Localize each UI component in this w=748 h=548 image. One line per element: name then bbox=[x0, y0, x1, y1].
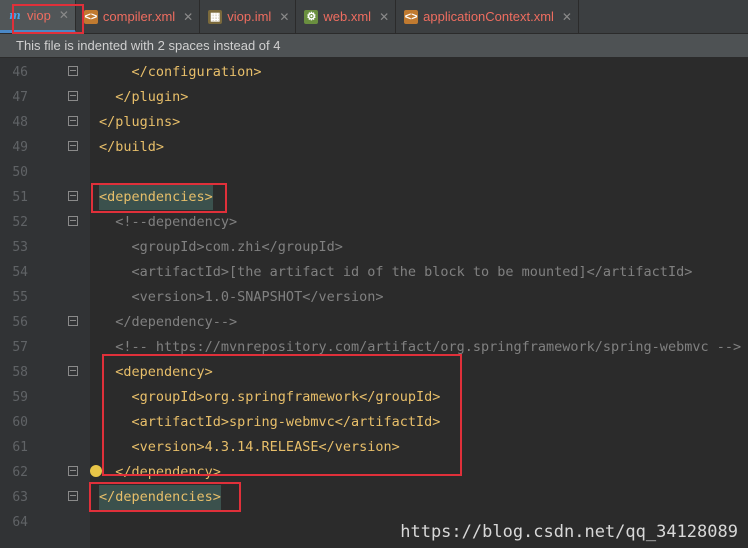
code-line: 49 </build> bbox=[0, 135, 748, 160]
code-text: <dependency> bbox=[99, 364, 213, 380]
tab-label: compiler.xml bbox=[102, 9, 176, 24]
code-line: 63 </dependencies> bbox=[0, 485, 748, 510]
code-line: 52 <!--dependency> bbox=[0, 210, 748, 235]
fold-marker-icon[interactable] bbox=[68, 116, 78, 126]
xml-file-icon: <> bbox=[404, 9, 419, 24]
code-text: <!--dependency> bbox=[99, 214, 238, 230]
line-number: 54 bbox=[12, 265, 28, 280]
fold-marker-icon[interactable] bbox=[68, 466, 78, 476]
code-line: 62 </dependency> bbox=[0, 460, 748, 485]
code-line: 61 <version>4.3.14.RELEASE</version> bbox=[0, 435, 748, 460]
code-line: 50 bbox=[0, 160, 748, 185]
tab-web-xml[interactable]: ⚙ web.xml ✕ bbox=[296, 0, 397, 33]
editor-tab-bar: m viop ✕ <> compiler.xml ✕ ▦ viop.iml ✕ … bbox=[0, 0, 748, 34]
line-number: 49 bbox=[12, 140, 28, 155]
tab-applicationcontext-xml[interactable]: <> applicationContext.xml ✕ bbox=[396, 0, 579, 33]
close-icon[interactable]: ✕ bbox=[379, 10, 389, 24]
fold-marker-icon[interactable] bbox=[68, 366, 78, 376]
code-text: <groupId>com.zhi</groupId> bbox=[99, 239, 343, 255]
close-icon[interactable]: ✕ bbox=[279, 10, 289, 24]
tab-label: applicationContext.xml bbox=[423, 9, 554, 24]
code-text: <version>4.3.14.RELEASE</version> bbox=[99, 439, 400, 455]
code-line: 58 <dependency> bbox=[0, 360, 748, 385]
tab-label: viop bbox=[27, 7, 51, 23]
line-number: 59 bbox=[12, 390, 28, 405]
code-text: </build> bbox=[99, 139, 165, 155]
line-number: 57 bbox=[12, 340, 28, 355]
code-line: 59 <groupId>org.springframework</groupId… bbox=[0, 385, 748, 410]
code-editor[interactable]: 46 </configuration> 47 </plugin> 48 </pl… bbox=[0, 58, 748, 548]
line-number: 48 bbox=[12, 115, 28, 130]
line-number: 64 bbox=[12, 515, 28, 530]
code-text: </dependency--> bbox=[99, 314, 238, 330]
close-icon[interactable]: ✕ bbox=[59, 8, 69, 22]
code-text: <!-- https://mvnrepository.com/artifact/… bbox=[99, 339, 742, 355]
code-text: <groupId>org.springframework</groupId> bbox=[99, 389, 441, 405]
code-line: 60 <artifactId>spring-webmvc</artifactId… bbox=[0, 410, 748, 435]
code-text: </dependency> bbox=[99, 464, 221, 480]
maven-icon: m bbox=[9, 8, 21, 22]
fold-marker-icon[interactable] bbox=[68, 216, 78, 226]
code-text: </dependencies> bbox=[99, 485, 221, 510]
code-line: 53 <groupId>com.zhi</groupId> bbox=[0, 235, 748, 260]
line-number: 63 bbox=[12, 490, 28, 505]
fold-marker-icon[interactable] bbox=[68, 141, 78, 151]
code-text: </plugins> bbox=[99, 114, 181, 130]
close-icon[interactable]: ✕ bbox=[183, 10, 193, 24]
code-line: 56 </dependency--> bbox=[0, 310, 748, 335]
watermark: https://blog.csdn.net/qq_34128089 bbox=[400, 522, 738, 542]
tab-viop-iml[interactable]: ▦ viop.iml ✕ bbox=[200, 0, 297, 33]
tab-viop[interactable]: m viop ✕ bbox=[0, 0, 76, 33]
fold-marker-icon[interactable] bbox=[68, 66, 78, 76]
line-number: 53 bbox=[12, 240, 28, 255]
line-number: 51 bbox=[12, 190, 28, 205]
code-text: <artifactId>spring-webmvc</artifactId> bbox=[99, 414, 441, 430]
indent-notification: This file is indented with 2 spaces inst… bbox=[0, 34, 748, 57]
code-text: <dependencies> bbox=[99, 185, 213, 210]
code-line: 46 </configuration> bbox=[0, 60, 748, 85]
code-line: 47 </plugin> bbox=[0, 85, 748, 110]
code-line: 54 <artifactId>[the artifact id of the b… bbox=[0, 260, 748, 285]
fold-marker-icon[interactable] bbox=[68, 316, 78, 326]
code-text: <artifactId>[the artifact id of the bloc… bbox=[99, 264, 693, 280]
line-number: 60 bbox=[12, 415, 28, 430]
code-line: 51 <dependencies> bbox=[0, 185, 748, 210]
iml-file-icon: ▦ bbox=[208, 9, 223, 24]
line-number: 50 bbox=[12, 165, 28, 180]
close-icon[interactable]: ✕ bbox=[562, 10, 572, 24]
line-number: 61 bbox=[12, 440, 28, 455]
code-text: <version>1.0-SNAPSHOT</version> bbox=[99, 289, 384, 305]
line-number: 52 bbox=[12, 215, 28, 230]
code-line: 55 <version>1.0-SNAPSHOT</version> bbox=[0, 285, 748, 310]
code-line: 57 <!-- https://mvnrepository.com/artifa… bbox=[0, 335, 748, 360]
tab-label: web.xml bbox=[323, 9, 372, 24]
tab-label: viop.iml bbox=[227, 9, 272, 24]
line-number: 46 bbox=[12, 65, 28, 80]
line-number: 47 bbox=[12, 90, 28, 105]
web-xml-icon: ⚙ bbox=[304, 9, 319, 24]
fold-marker-icon[interactable] bbox=[68, 491, 78, 501]
line-number: 62 bbox=[12, 465, 28, 480]
fold-marker-icon[interactable] bbox=[68, 91, 78, 101]
fold-marker-icon[interactable] bbox=[68, 191, 78, 201]
line-number: 55 bbox=[12, 290, 28, 305]
code-text: </configuration> bbox=[99, 64, 262, 80]
line-number: 58 bbox=[12, 365, 28, 380]
line-number: 56 bbox=[12, 315, 28, 330]
xml-file-icon: <> bbox=[83, 9, 98, 24]
tab-compiler-xml[interactable]: <> compiler.xml ✕ bbox=[76, 0, 201, 33]
code-line: 48 </plugins> bbox=[0, 110, 748, 135]
code-text: </plugin> bbox=[99, 89, 189, 105]
